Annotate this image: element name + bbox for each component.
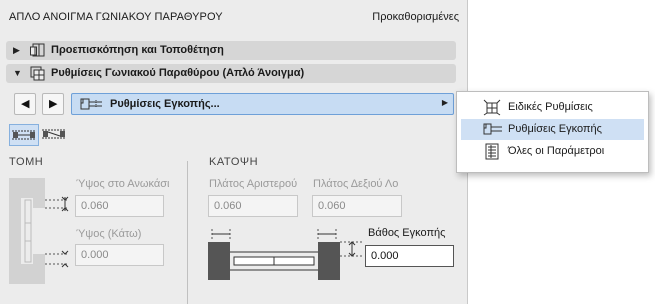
menu-item-all-parameters[interactable]: Όλες οι Παράμετροι	[461, 141, 644, 162]
previous-page-button[interactable]: ◀	[14, 93, 36, 115]
section-corner-window-settings[interactable]: ▼ Ρυθμίσεις Γωνιακού Παραθύρου (Απλό Άνο…	[6, 64, 456, 83]
defaults-label[interactable]: Προκαθορισμένες	[372, 11, 459, 23]
view-mode-section-button[interactable]	[9, 124, 39, 146]
menu-item-reveal-settings[interactable]: Ρυθμίσεις Εγκοπής	[461, 119, 644, 140]
menu-item-label: Ειδικές Ρυθμίσεις	[508, 101, 593, 113]
corner-window-icon	[29, 65, 46, 82]
panel-title: ΑΠΛΟ ΑΝΟΙΓΜΑ ΓΩΝΙΑΚΟΥ ΠΑΡΑΘΥΡΟΥ	[9, 11, 223, 23]
menu-item-special-settings[interactable]: Ειδικές Ρυθμίσεις	[461, 97, 644, 118]
page-selector-menu: Ειδικές Ρυθμίσεις Ρυθμίσεις Εγκοπής Όλες…	[456, 91, 649, 173]
expand-triangle-icon[interactable]: ▶	[13, 45, 20, 56]
height-top-field[interactable]: 0.060	[75, 195, 164, 217]
section-label: Προεπισκόπηση και Τοποθέτηση	[51, 44, 224, 56]
reveal-depth-field[interactable]: 0.000	[365, 245, 454, 267]
arrow-right-icon: ▶	[49, 98, 58, 110]
submenu-arrow-icon: ▶	[441, 98, 448, 107]
height-bottom-field[interactable]: 0.000	[75, 244, 164, 266]
page-selector-label: Ρυθμίσεις Εγκοπής...	[110, 98, 220, 110]
plan-view-header: ΚΑΤΟΨΗ	[209, 156, 259, 168]
view-mode-plan-button[interactable]	[40, 124, 70, 146]
section-diagram	[9, 178, 71, 287]
next-page-button[interactable]: ▶	[42, 93, 64, 115]
section-view-header: ΤΟΜΗ	[9, 156, 44, 168]
menu-item-label: Ρυθμίσεις Εγκοπής	[508, 123, 602, 135]
reveal-settings-icon	[80, 96, 104, 115]
settings-panel: ΑΠΛΟ ΑΝΟΙΓΜΑ ΓΩΝΙΑΚΟΥ ΠΑΡΑΘΥΡΟΥ Προκαθορ…	[0, 0, 467, 304]
menu-item-label: Όλες οι Παράμετροι	[508, 145, 605, 157]
arrow-left-icon: ◀	[21, 98, 30, 110]
width-left-label: Πλάτος Αριστερού	[209, 178, 298, 190]
width-left-field[interactable]: 0.060	[208, 195, 298, 217]
preview-icon	[29, 42, 46, 59]
height-bottom-label: Ύψος (Κάτω)	[76, 228, 142, 240]
width-right-field[interactable]: 0.060	[312, 195, 402, 217]
width-right-label: Πλάτος Δεξιού Λο	[313, 178, 399, 190]
reveal-settings-icon	[483, 121, 503, 141]
height-top-label: Ύψος στο Ανωκάσι	[76, 178, 170, 190]
section-label: Ρυθμίσεις Γωνιακού Παραθύρου (Απλό Άνοιγ…	[51, 67, 305, 79]
collapse-triangle-icon[interactable]: ▼	[13, 68, 22, 78]
special-settings-icon	[483, 99, 501, 119]
section-preview-placement[interactable]: ▶ Προεπισκόπηση και Τοποθέτηση	[6, 41, 456, 60]
page-selector-dropdown[interactable]: Ρυθμίσεις Εγκοπής... ▶	[71, 93, 454, 115]
column-divider	[187, 161, 188, 304]
all-parameters-icon	[483, 143, 501, 163]
reveal-depth-label: Βάθος Εγκοπής	[368, 227, 446, 239]
plan-diagram	[208, 226, 366, 287]
